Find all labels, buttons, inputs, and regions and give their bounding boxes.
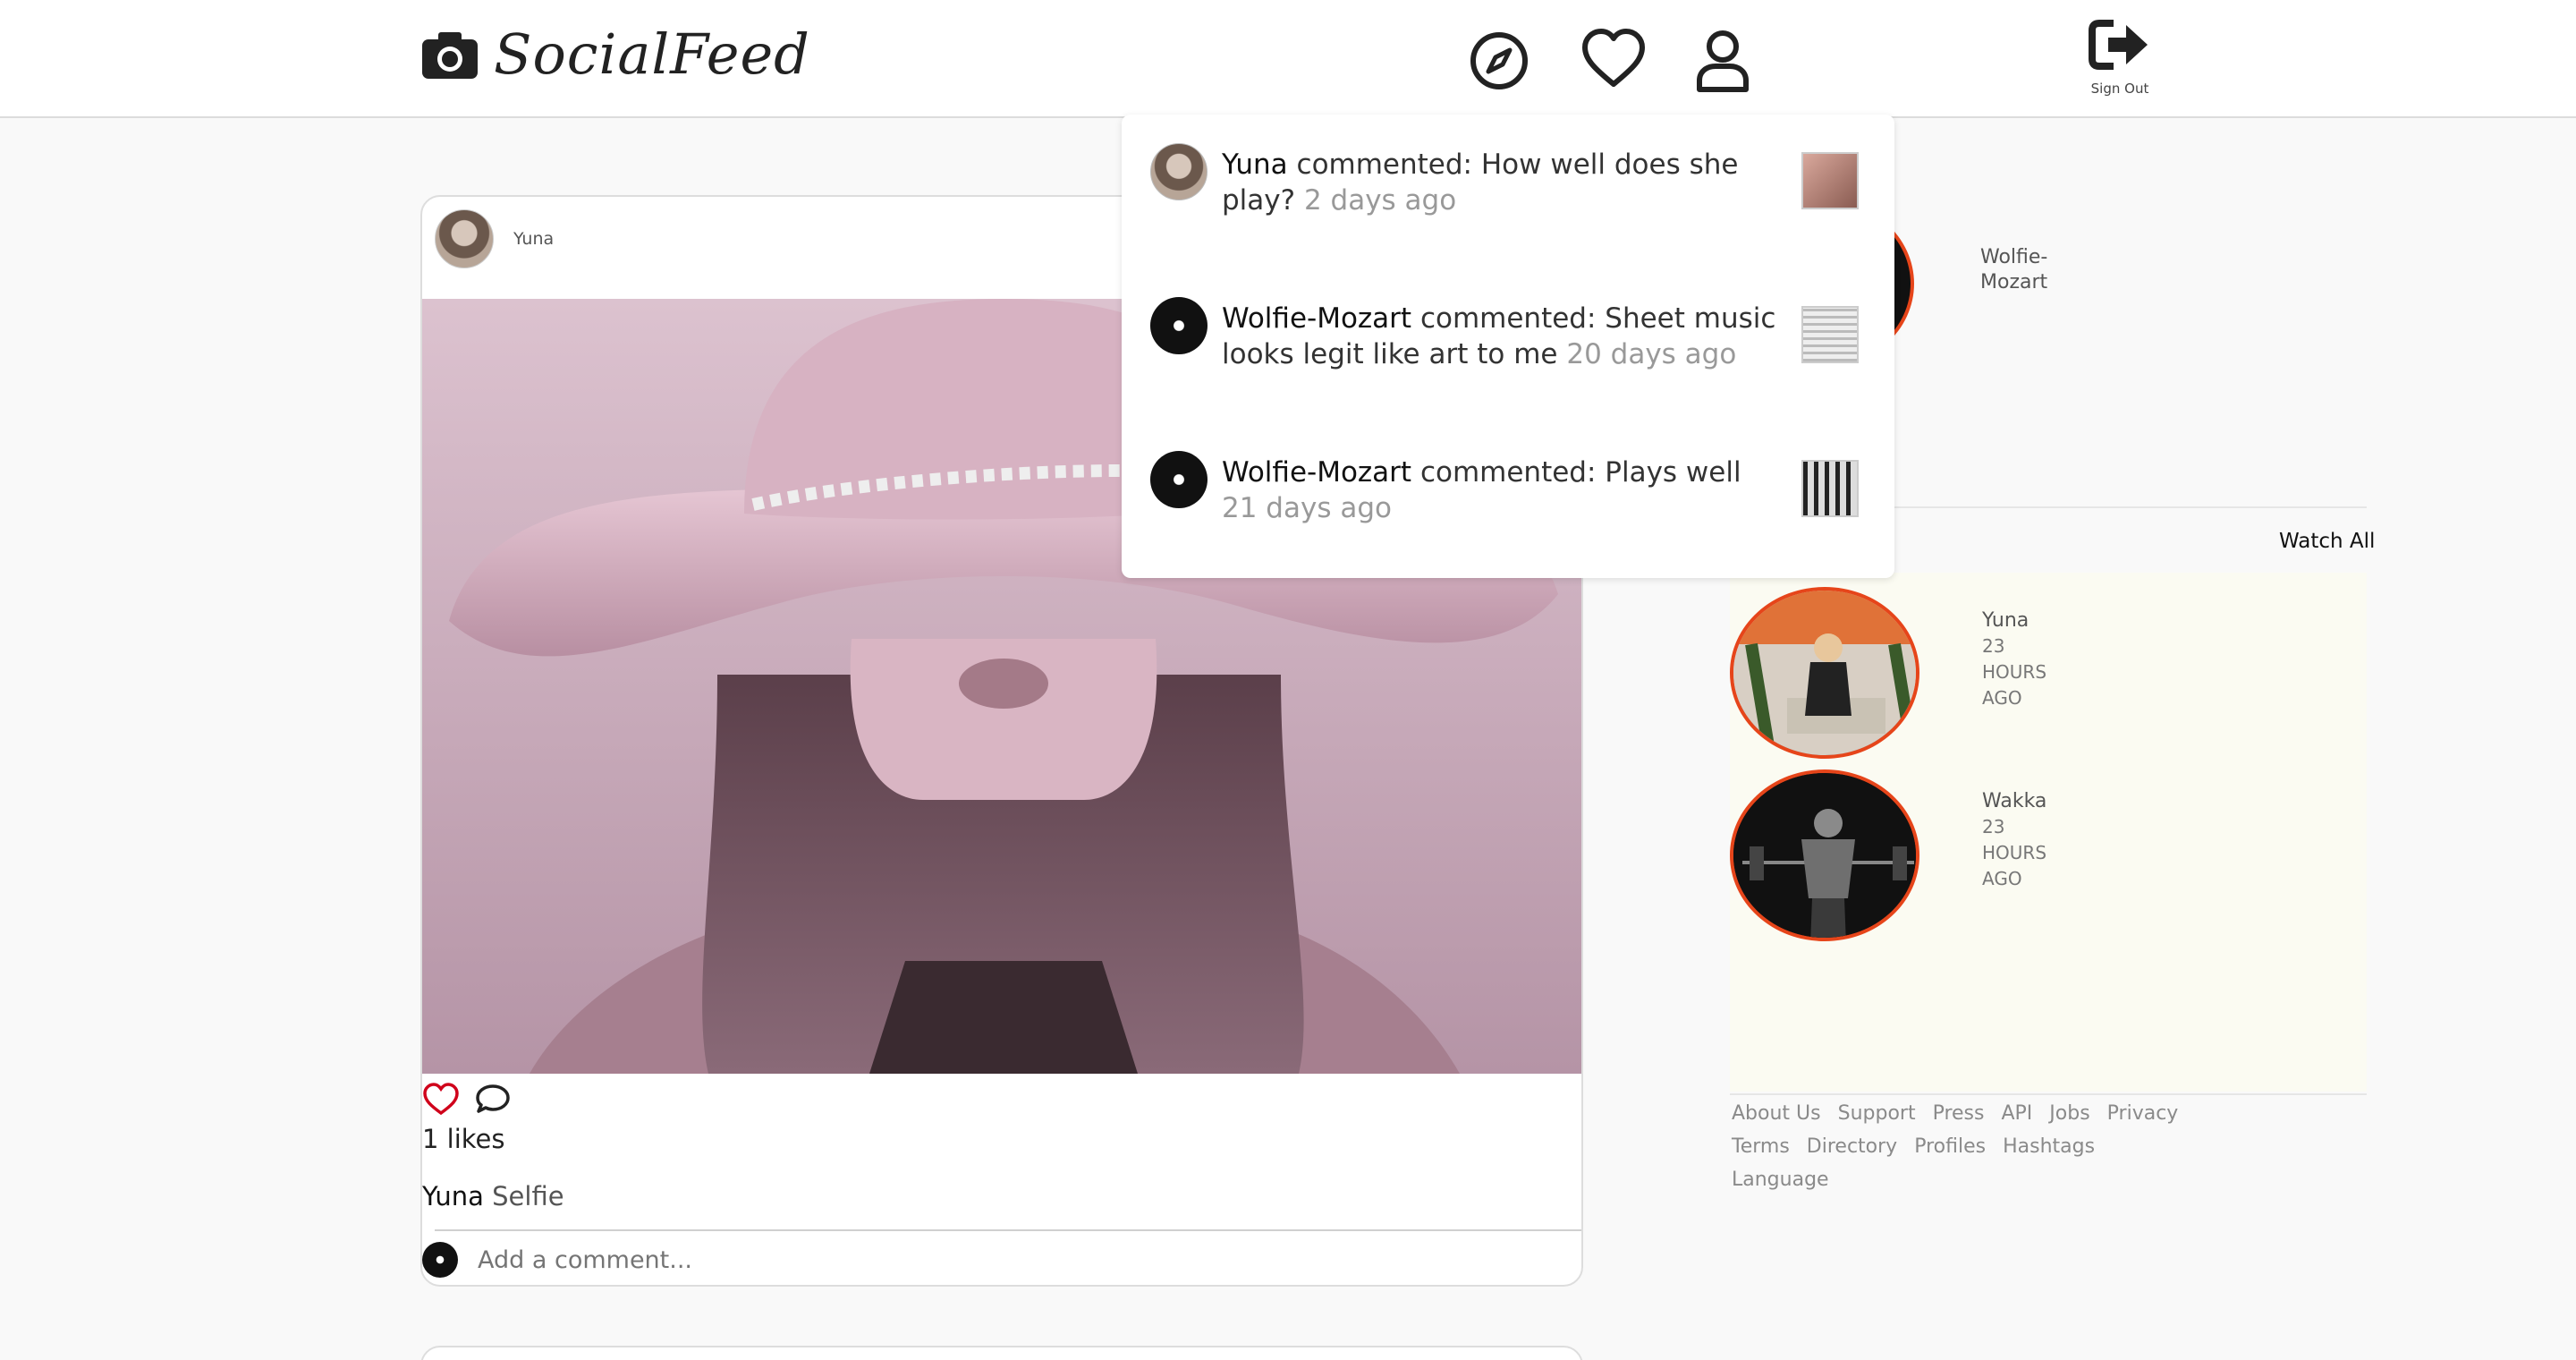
story-meta: Wakka 23 HOURS AGO [1982,790,2047,889]
caption-username[interactable]: Yuna [422,1181,484,1211]
footer-link-hashtags[interactable]: Hashtags [2003,1135,2095,1158]
notification-text: Wolfie-Mozart commented: Plays well 21 d… [1222,456,1741,524]
footer-link-privacy[interactable]: Privacy [2107,1102,2179,1125]
post-author-name[interactable]: Yuna [513,229,554,249]
footer-links: About Us Support Press API Jobs Privacy … [1732,1097,2197,1196]
comment-input[interactable] [478,1245,1372,1274]
profile-icon[interactable] [1687,25,1758,97]
footer-link-directory[interactable]: Directory [1807,1135,1897,1158]
app-name: SocialFeed [494,21,810,87]
sign-out-button[interactable]: Sign Out [2075,18,2165,97]
story-username[interactable]: Wakka [1982,790,2046,812]
footer-link-support[interactable]: Support [1838,1102,1916,1125]
notification-item[interactable]: Wolfie-Mozart commented: Sheet music loo… [1150,297,1866,404]
footer-link-api[interactable]: API [2001,1102,2032,1125]
story-username[interactable]: Yuna [1982,609,2029,632]
footer-link-terms[interactable]: Terms [1732,1135,1790,1158]
story-thumbnail [1733,773,1916,938]
notification-text: Yuna commented: How well does she play? … [1222,149,1739,217]
story-username[interactable]: Wolfie- Mozart [1980,245,2047,295]
post-thumbnail[interactable] [1801,460,1859,517]
footer-link-profiles[interactable]: Profiles [1914,1135,1986,1158]
post-caption: Yuna Selfie [422,1181,564,1211]
sign-out-icon [2089,20,2148,70]
footer-link-jobs[interactable]: Jobs [2049,1102,2089,1125]
avatar [1150,451,1208,508]
caption-text: Selfie [492,1181,564,1211]
post-thumbnail[interactable] [1801,152,1859,209]
watch-all-link[interactable]: Watch All [2279,530,2375,553]
camera-icon [422,31,478,79]
avatar[interactable] [435,209,494,268]
notification-text: Wolfie-Mozart commented: Sheet music loo… [1222,302,1776,370]
notification-item[interactable]: Yuna commented: How well does she play? … [1150,143,1866,251]
footer-link-press[interactable]: Press [1933,1102,1985,1125]
comment-icon[interactable] [474,1083,512,1117]
dropdown-caret [1603,93,1628,115]
divider [1730,1093,2367,1095]
post-author[interactable]: Yuna [435,209,554,268]
heart-icon[interactable] [1578,23,1649,95]
likes-count: 1 likes [422,1124,505,1154]
footer-link-language[interactable]: Language [1732,1169,1829,1191]
footer-link-about[interactable]: About Us [1732,1102,1821,1125]
story-meta: Yuna 23 HOURS AGO [1982,609,2047,709]
like-heart-icon[interactable] [422,1083,460,1117]
post-actions [422,1083,512,1117]
story-thumbnail [1733,591,1916,755]
avatar [422,1242,458,1278]
notifications-dropdown: Yuna commented: How well does she play? … [1122,115,1894,578]
app-logo[interactable]: SocialFeed [420,21,810,87]
post-card [420,1346,1583,1360]
explore-icon[interactable] [1463,25,1535,97]
avatar [1150,143,1208,200]
avatar [1150,297,1208,354]
story-item[interactable] [1730,769,1919,941]
notification-item[interactable]: Wolfie-Mozart commented: Plays well 21 d… [1150,451,1866,558]
story-item[interactable] [1730,587,1919,759]
post-thumbnail[interactable] [1801,306,1859,363]
sign-out-label: Sign Out [2090,81,2149,97]
stories-panel: Yuna 23 HOURS AGO Wakka 23 HOURS AGO [1730,573,2367,1092]
top-navbar: SocialFeed Sign Out [0,0,2576,118]
comment-row [422,1229,1581,1285]
